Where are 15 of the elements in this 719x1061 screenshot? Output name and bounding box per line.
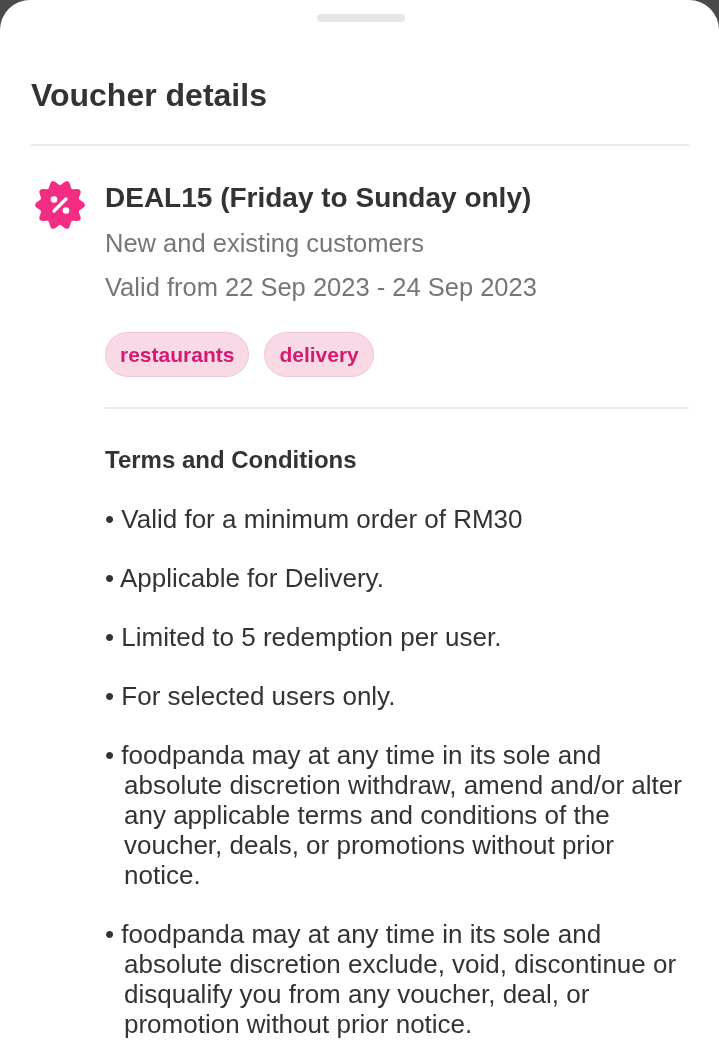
terms-item: • Valid for a minimum order of RM30: [105, 504, 524, 534]
terms-item: • Limited to 5 redemption per user.: [105, 622, 503, 652]
voucher-validity: Valid from 22 Sep 2023 - 24 Sep 2023: [105, 272, 537, 302]
terms-item: • foodpanda may at any time in its sole and absolute discretion exclude, void, discontinue or disqualify you from any voucher, deal, or promotion without prior notice.: [105, 919, 678, 1039]
terms-item: • For selected users only.: [105, 681, 397, 711]
percent-badge-icon: [35, 180, 85, 230]
drag-handle[interactable]: [316, 14, 405, 22]
terms-item: • Applicable for Delivery.: [105, 563, 385, 593]
sheet-title: Voucher details: [31, 76, 267, 115]
category-tag: restaurants: [105, 332, 250, 377]
terms-heading: Terms and Conditions: [105, 445, 357, 475]
voucher-audience: New and existing customers: [105, 228, 424, 258]
voucher-title: DEAL15 (Friday to Sunday only): [105, 181, 532, 215]
category-tag: delivery: [264, 332, 374, 377]
terms-item: • foodpanda may at any time in its sole and absolute discretion withdraw, amend and/or alter any applicable terms and conditions of the voucher, deals, or promotions without prior notice.: [105, 740, 683, 890]
